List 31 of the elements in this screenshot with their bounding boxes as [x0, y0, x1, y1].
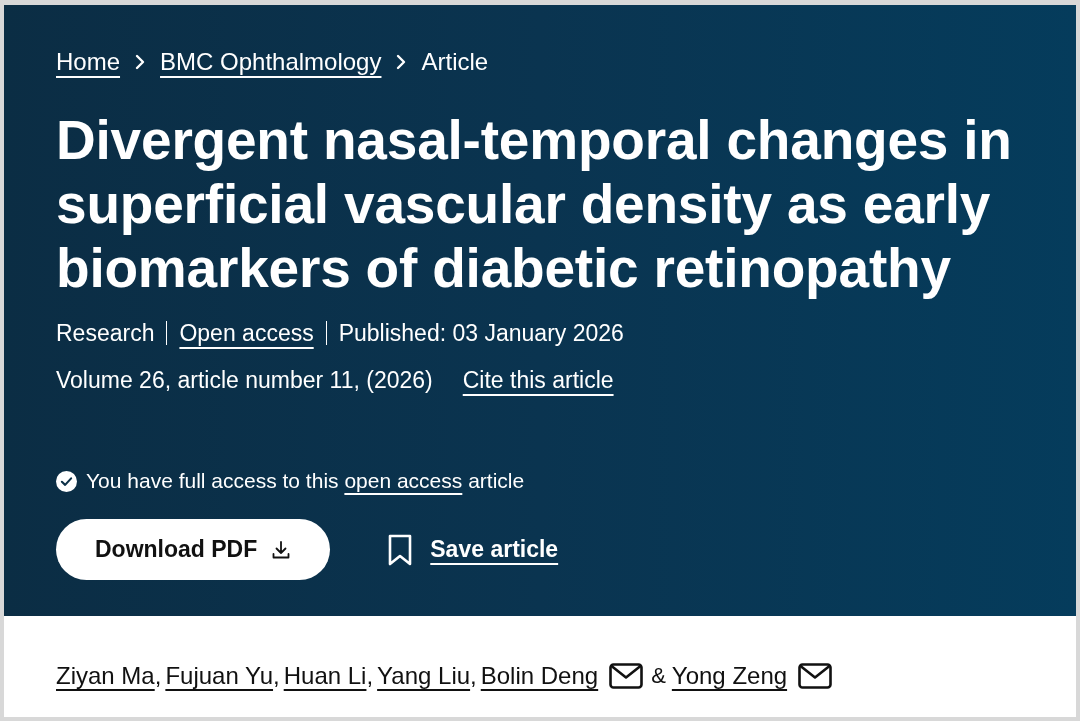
download-pdf-button[interactable]: Download PDF — [56, 519, 331, 580]
envelope-icon[interactable] — [798, 663, 833, 689]
open-access-link[interactable]: open access — [344, 469, 463, 492]
save-article-link[interactable]: Save article — [430, 536, 559, 563]
author-link[interactable]: Fujuan Yu — [165, 660, 274, 692]
article-title: Divergent nasal-temporal changes in superficial vascular density as early biomarkers of diabetic retinopathy — [56, 108, 1013, 300]
author-separator: , — [470, 661, 477, 691]
author-link[interactable]: Bolin Deng — [480, 660, 599, 692]
breadcrumb-current: Article — [421, 47, 489, 77]
chevron-icon — [396, 54, 407, 70]
cite-link[interactable]: Cite this article — [462, 364, 614, 396]
author-link[interactable]: Yong Zeng — [671, 660, 788, 692]
author-separator: , — [366, 661, 374, 691]
envelope-icon[interactable] — [609, 663, 644, 689]
breadcrumb-link[interactable]: BMC Ophthalmology — [160, 46, 382, 78]
meta-text: Published: 03 January 2026 — [338, 319, 624, 348]
author-link[interactable]: Yang Liu — [377, 660, 471, 692]
check-circle-icon — [56, 470, 77, 492]
meta-text: Research — [56, 319, 155, 348]
volume-info: Volume 26, article number 11, (2026) — [56, 366, 433, 395]
meta-link[interactable]: Open access — [179, 317, 314, 349]
author-separator: , — [273, 661, 280, 691]
author-link[interactable]: Huan Li — [283, 660, 367, 692]
breadcrumb-link[interactable]: Home — [56, 46, 121, 78]
bookmark-icon — [388, 533, 413, 566]
chevron-icon — [135, 54, 146, 70]
author-separator: & — [651, 662, 666, 690]
access-note: You have full access to this open access article — [86, 468, 525, 494]
author-separator: , — [154, 661, 162, 691]
author-link[interactable]: Ziyan Ma — [56, 660, 155, 692]
download-icon — [272, 540, 291, 559]
